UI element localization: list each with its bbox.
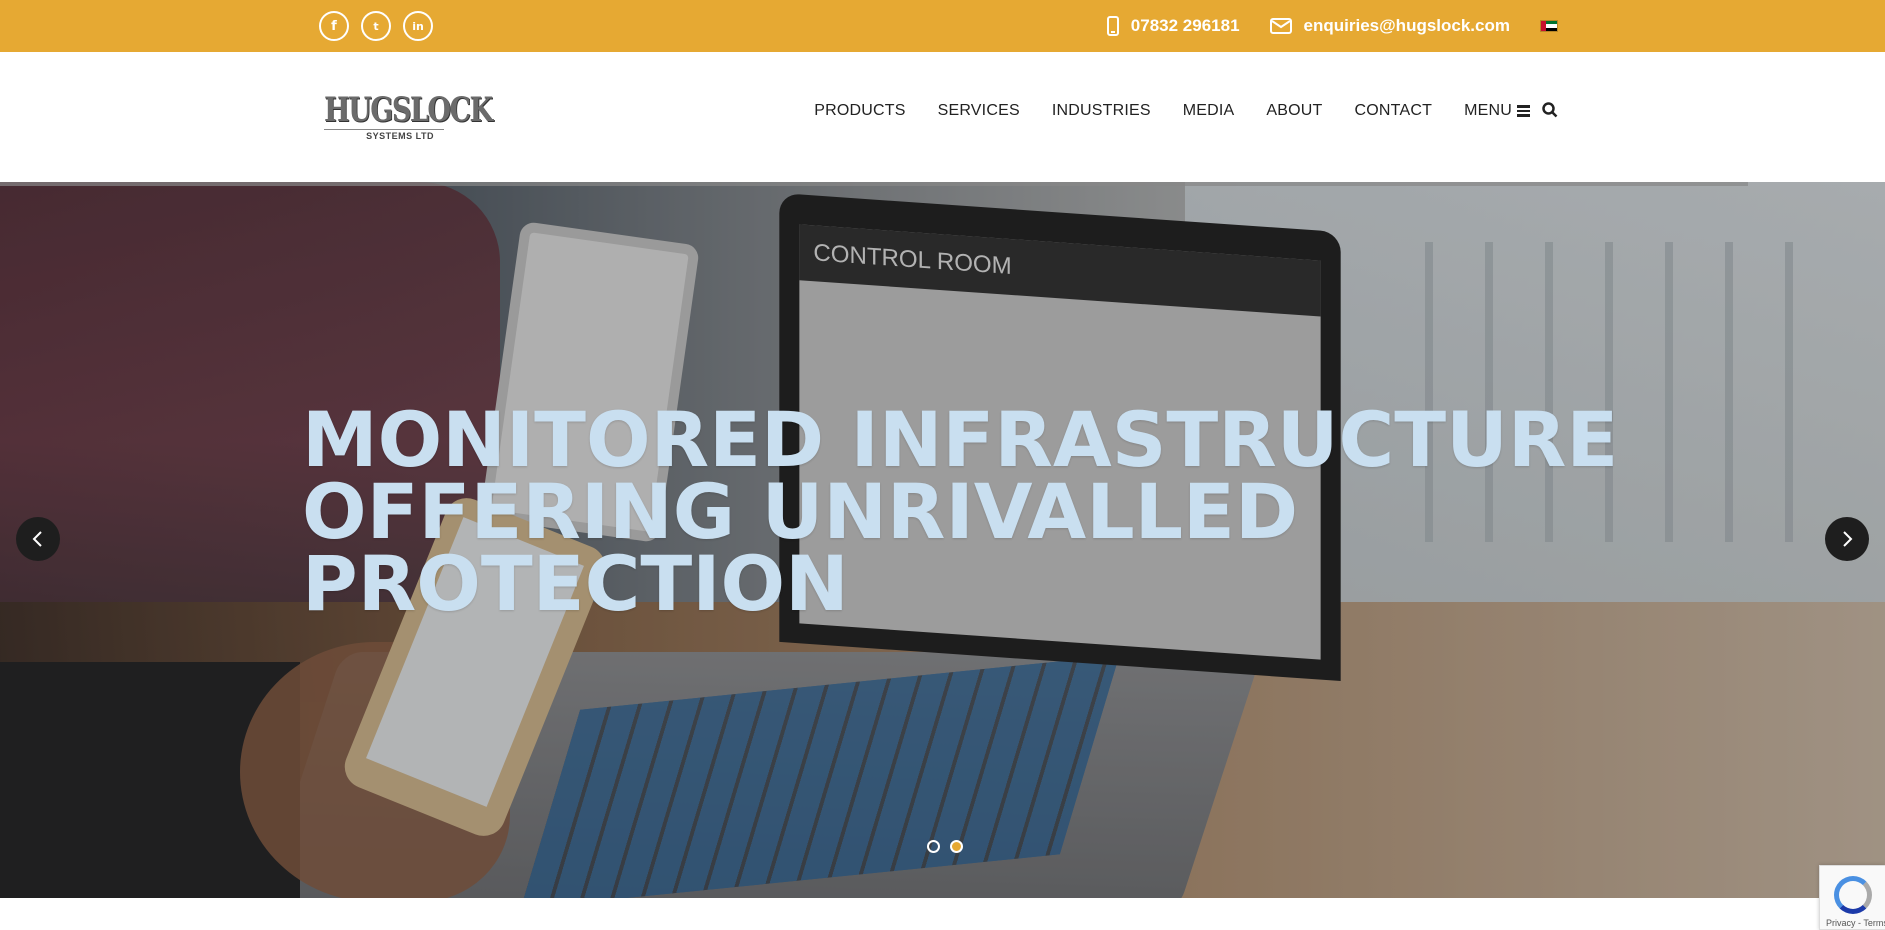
slide-dot-1[interactable] — [927, 840, 940, 853]
previous-slide-button[interactable] — [16, 517, 60, 561]
phone-icon — [1106, 16, 1119, 36]
recaptcha-icon — [1834, 876, 1872, 914]
email-address: enquiries@hugslock.com — [1303, 16, 1510, 35]
phone-number: 07832 296181 — [1130, 16, 1240, 35]
logo-subtitle: SYSTEMS LTD — [324, 129, 444, 141]
next-slide-button[interactable] — [1825, 517, 1869, 561]
slide-dots — [927, 840, 963, 853]
nav-products[interactable]: PRODUCTS — [814, 102, 905, 120]
envelope-icon — [1269, 18, 1292, 34]
facebook-icon[interactable]: f — [319, 11, 349, 41]
logo-wordmark: HUGSLOCK — [324, 90, 493, 130]
linkedin-icon[interactable]: in — [403, 11, 433, 41]
recaptcha-terms[interactable]: Privacy - Terms — [1826, 918, 1885, 928]
nav-about[interactable]: ABOUT — [1266, 102, 1322, 120]
hero-title: MONITORED INFRASTRUCTURE OFFERING UNRIVA… — [302, 402, 1702, 622]
chevron-left-icon — [32, 531, 42, 547]
slide-dot-2[interactable] — [950, 840, 963, 853]
hamburger-icon — [1517, 105, 1530, 117]
twitter-icon[interactable]: t — [361, 11, 391, 41]
hero-slider: CONTROL ROOM MONITORED INFRASTRUCTURE OF… — [0, 182, 1885, 898]
top-bar: f t in 07832 296181 enquiries@hugslock.c… — [0, 0, 1885, 52]
hero-title-line: PROTECTION — [302, 539, 849, 628]
site-header: HUGSLOCK SYSTEMS LTD PRODUCTS SERVICES I… — [0, 52, 1885, 182]
uae-flag-icon[interactable] — [1540, 20, 1558, 32]
recaptcha-badge[interactable]: Privacy - Terms — [1819, 865, 1885, 930]
chevron-right-icon — [1843, 531, 1853, 547]
nav-industries[interactable]: INDUSTRIES — [1052, 102, 1151, 120]
menu-button[interactable]: MENU — [1464, 102, 1530, 120]
social-links: f t in — [319, 11, 433, 41]
nav-media[interactable]: MEDIA — [1183, 102, 1235, 120]
contact-info: 07832 296181 enquiries@hugslock.com — [1106, 0, 1558, 52]
menu-label: MENU — [1464, 102, 1512, 119]
nav-services[interactable]: SERVICES — [938, 102, 1020, 120]
main-nav: PRODUCTS SERVICES INDUSTRIES MEDIA ABOUT… — [782, 102, 1530, 120]
phone-link[interactable]: 07832 296181 — [1106, 16, 1240, 36]
logo[interactable]: HUGSLOCK SYSTEMS LTD — [318, 84, 493, 150]
nav-contact[interactable]: CONTACT — [1355, 102, 1433, 120]
email-link[interactable]: enquiries@hugslock.com — [1269, 16, 1510, 36]
search-icon[interactable] — [1542, 102, 1558, 123]
slide-progress-bar — [0, 182, 1748, 186]
